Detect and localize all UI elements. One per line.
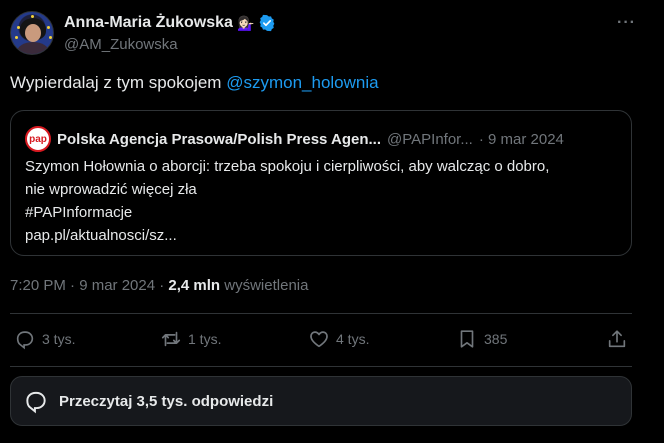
repost-icon: [161, 331, 181, 347]
quoted-author-handle: @PAPInfor...: [387, 130, 473, 148]
author-name[interactable]: Anna-Maria Żukowska: [64, 14, 233, 32]
quoted-link: pap.pl/aktualnosci/sz...: [25, 227, 177, 244]
like-button[interactable]: 4 tys.: [308, 328, 369, 350]
author-name-row: Anna-Maria Żukowska 💁🏻‍♀️: [64, 14, 276, 32]
more-options-icon[interactable]: ···: [617, 14, 636, 32]
tweet-timestamp[interactable]: 7:20 PM · 9 mar 2024 ·: [10, 277, 168, 294]
views-label: wyświetlenia: [220, 277, 309, 294]
tweet-header: Anna-Maria Żukowska 💁🏻‍♀️ @AM_Zukowska ·…: [8, 8, 656, 58]
repost-button[interactable]: 1 tys.: [160, 328, 221, 350]
quoted-tweet-body: Szymon Hołownia o aborcji: trzeba spokoj…: [25, 155, 625, 247]
action-bar: 3 tys. 1 tys. 4 tys. 385: [10, 328, 632, 356]
like-count: 4 tys.: [336, 331, 370, 347]
share-button[interactable]: [606, 328, 628, 350]
repost-count: 1 tys.: [188, 331, 222, 347]
read-replies-label: Przeczytaj 3,5 tys. odpowiedzi: [59, 392, 274, 410]
heart-icon: [310, 331, 328, 348]
quoted-date: · 9 mar 2024: [478, 130, 564, 148]
quoted-line-1: Szymon Hołownia o aborcji: trzeba spokoj…: [25, 158, 550, 175]
tweet-text: Wypierdalaj z tym spokojem @szymon_holow…: [10, 73, 379, 93]
bookmark-count: 385: [484, 331, 508, 347]
quoted-hashtag: #PAPInformacje: [25, 204, 133, 221]
pap-logo-text: pap: [29, 133, 47, 145]
read-replies-button[interactable]: Przeczytaj 3,5 tys. odpowiedzi: [10, 376, 632, 426]
author-emoji: 💁🏻‍♀️: [236, 14, 255, 31]
quoted-tweet-header: pap Polska Agencja Prasowa/Polish Press …: [25, 126, 621, 152]
author-handle[interactable]: @AM_Zukowska: [64, 36, 178, 53]
reply-button[interactable]: 3 tys.: [14, 328, 75, 350]
divider: [10, 313, 632, 314]
tweet-body: Wypierdalaj z tym spokojem: [10, 73, 227, 92]
reply-count: 3 tys.: [42, 331, 76, 347]
quoted-author-name: Polska Agencja Prasowa/Polish Press Agen…: [57, 130, 382, 148]
quoted-line-2: nie wprowadzić więcej zła: [25, 181, 197, 198]
bookmark-icon: [460, 330, 474, 348]
reply-icon: [16, 331, 34, 350]
quoted-tweet[interactable]: pap Polska Agencja Prasowa/Polish Press …: [10, 110, 632, 256]
avatar[interactable]: [10, 11, 54, 55]
divider: [10, 366, 632, 367]
share-icon: [608, 330, 626, 348]
mention-link[interactable]: @szymon_holownia: [226, 73, 378, 92]
tweet-meta: 7:20 PM · 9 mar 2024 · 2,4 mln wyświetle…: [10, 277, 308, 294]
reply-icon: [26, 391, 46, 414]
bookmark-button[interactable]: 385: [456, 328, 507, 350]
pap-logo: pap: [25, 126, 51, 152]
verified-badge-icon: [260, 14, 275, 32]
views-count: 2,4 mln: [168, 277, 221, 294]
